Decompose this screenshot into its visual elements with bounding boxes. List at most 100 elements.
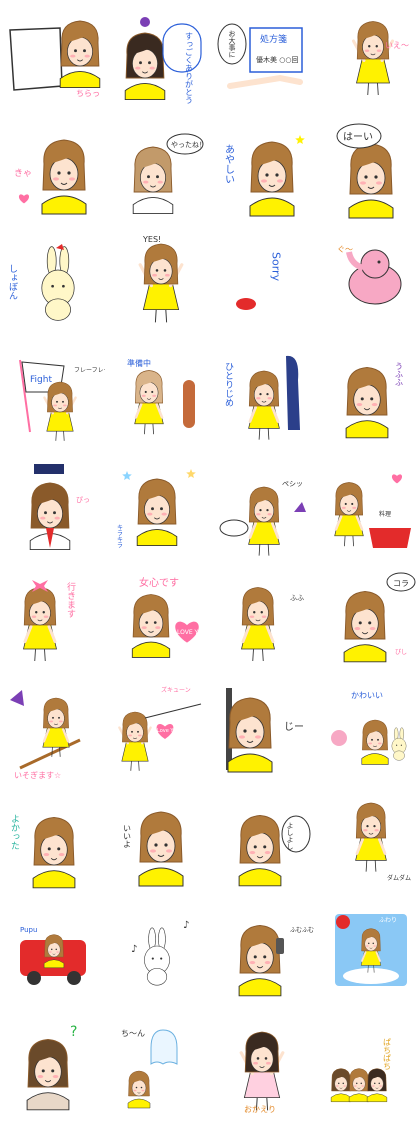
eye [41,1069,45,1073]
blush [149,66,155,70]
sticker-blushing-girl[interactable]: きゃ [0,112,105,224]
sticker-curtain-girl[interactable]: ひとりじめ [210,336,315,448]
witch-hat-icon [10,690,24,706]
blush [249,851,256,855]
sticker-medicine-card[interactable]: お大事に 処方箋 優木美 ○○回 [210,0,315,112]
sticker-suspicious-girl[interactable]: あやしい [210,112,315,224]
leg [63,431,65,441]
face [67,36,93,67]
sticker-scold-girl[interactable]: コラ ぴし [315,560,420,672]
girl-figure [345,367,389,439]
blush [49,951,52,953]
sticker-ghost-girl[interactable]: ち〜ん [105,1008,210,1120]
sticker-mirror-girl[interactable]: 準備中 [105,336,210,448]
sticker-sparkle-girl[interactable]: キラキラ [105,448,210,560]
dress [361,753,389,765]
blush [133,1089,137,1092]
mirror-icon [183,380,195,428]
eye [266,508,269,512]
dress [238,978,282,997]
blush [368,742,372,745]
sticker-yes-girl[interactable]: はーい [315,112,420,224]
leg [252,648,254,662]
face [47,942,61,958]
medicine-card-icon: お大事に 処方箋優木美 ○○回 [217,23,303,89]
leg [138,761,140,771]
blush [369,627,376,631]
girl-figure [248,486,280,556]
blush [361,1085,364,1087]
sticker-sit-girl[interactable]: ふふ [210,560,315,672]
heart-icon [391,474,403,484]
sticker-label: かわいい [351,691,383,700]
sticker-sky-girl[interactable]: ふわり [315,896,420,1008]
sticker-thanks-bubble[interactable]: すっごくありがとう [105,0,210,112]
girl-figure [43,934,65,969]
leg [344,535,346,547]
eye [253,611,256,614]
blush [56,951,59,953]
sticker-stomp-girl[interactable]: ダムダム [315,784,420,896]
eye [144,390,147,393]
sticker-stare-girl[interactable]: じー [210,672,315,784]
sticker-cooking-girl[interactable]: 料理 [315,448,420,560]
sticker-question-girl[interactable]: ? [0,1008,105,1120]
sticker-sorry-lips[interactable]: Sorry [210,224,315,336]
sticker-label: ぴっ [76,496,90,504]
sticker-resting-girl[interactable]: やったね！ [105,112,210,224]
face [40,834,68,866]
lips-icon [236,298,256,310]
sticker-pink-elephant[interactable]: ぐ〜 [315,224,420,336]
eye [57,847,61,851]
sticker-fight-flag[interactable]: Fight フレーフレー [0,336,105,448]
face [352,1076,366,1092]
blush [366,945,369,947]
sticker-cute-friends[interactable]: かわいい [315,672,420,784]
eye [259,508,262,512]
eye [53,511,56,515]
eye [131,730,133,733]
face [34,1056,62,1088]
sticker-cheer-girl[interactable]: いえ〜 [315,0,420,112]
leg [258,428,261,440]
sticker-sad-bunny[interactable]: しょぼん [0,224,105,336]
sticker-broom-girl[interactable]: いそぎます☆ [0,672,105,784]
blush [135,66,141,70]
sticker-welcome-girl[interactable]: おかえり [210,1008,315,1120]
girl-figure [239,1031,285,1111]
blush [49,720,53,723]
sticker-yes-raise[interactable]: YES! [105,224,210,336]
sticker-heart-girl[interactable]: 女心です LOVE YOU [105,560,210,672]
sticker-music-bunny[interactable]: ♪ ♪ [105,896,210,1008]
eye [44,511,47,515]
sticker-giggle-girl[interactable]: うふふ [315,336,420,448]
girl-figure [361,719,389,765]
sticker-label: Pupu [20,926,37,934]
sticker-cupid-girl[interactable]: Love You ズキューン [105,672,210,784]
eye [35,611,38,614]
eye [57,171,61,175]
sticker-clap-trio[interactable]: ぱちぱち [315,1008,420,1120]
blush [267,397,272,400]
eye [151,390,154,393]
leg [365,860,368,872]
face [360,815,382,839]
sticker-pat-girl[interactable]: よしよし [210,784,315,896]
hand [227,74,303,89]
leg [152,423,154,435]
sticker-label: よかった [9,814,20,850]
yes-raise-icon: YES! [138,235,184,323]
pat-girl-icon: よしよし [238,815,311,887]
sticker-salute-girl[interactable]: ぴっ [0,448,105,560]
music-note-icon: ♪ [183,920,189,931]
sticker-car-girl[interactable]: Pupu [0,896,105,1008]
sticker-peeking-girl-paper[interactable]: ちらっ [0,0,105,112]
sticker-phone-girl[interactable]: ふむふむ [210,896,315,1008]
dress [136,528,178,547]
sticker-ok-girl[interactable]: いいよ [105,784,210,896]
sticker-slap-girl[interactable]: ペシッ [210,448,315,560]
sticker-relieved-girl[interactable]: よかった [0,784,105,896]
sticker-go-girl[interactable]: 行きます [0,560,105,672]
blush [239,735,245,739]
car-wheel [67,971,81,985]
